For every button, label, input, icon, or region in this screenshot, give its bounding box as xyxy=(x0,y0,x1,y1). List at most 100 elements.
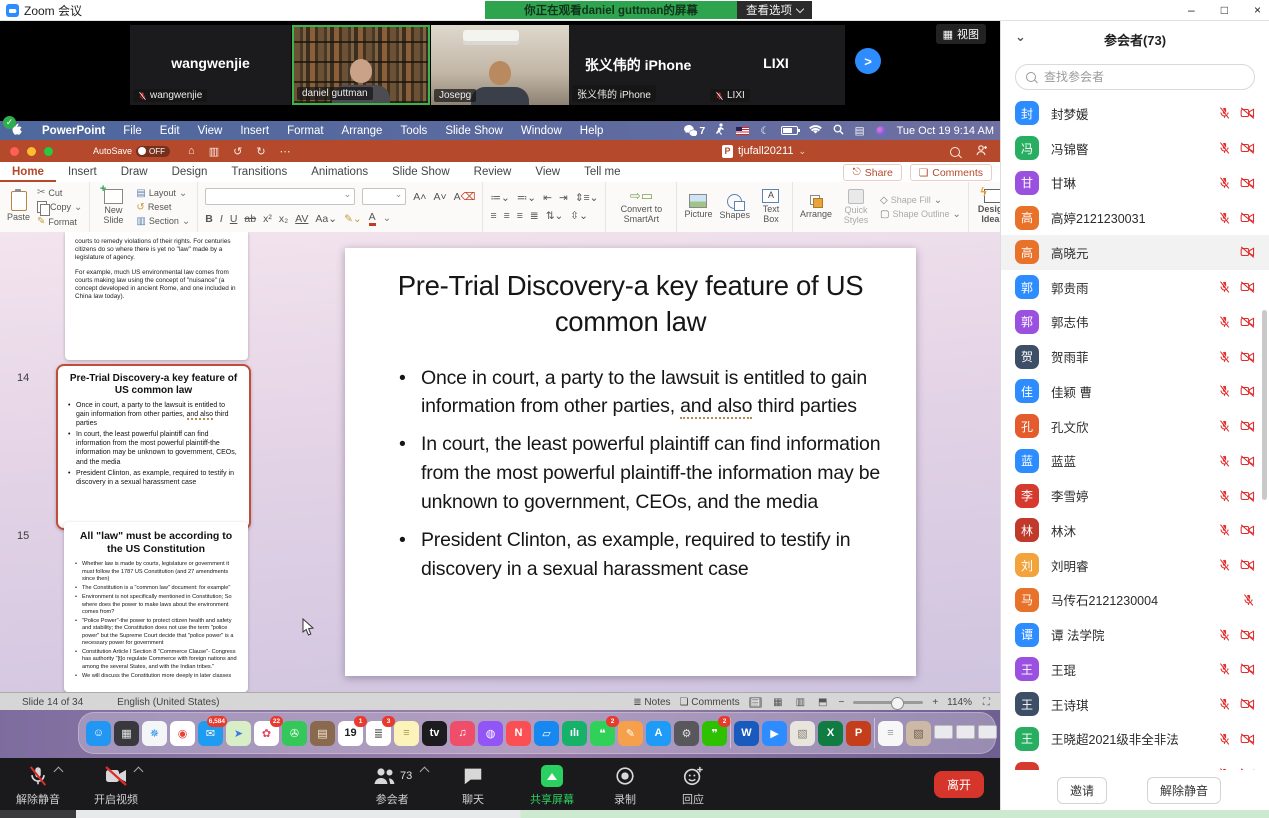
start-video-button[interactable]: 开启视频 xyxy=(94,764,138,807)
ribbon-tab[interactable]: Home xyxy=(0,162,56,182)
participant-row[interactable]: 李 李雪婷 xyxy=(1001,478,1269,513)
app-store-icon[interactable]: A xyxy=(646,721,671,746)
podcasts-icon[interactable]: ◍ xyxy=(478,721,503,746)
document-title[interactable]: P tjufall20211 ⌄ xyxy=(722,140,806,162)
underline-button[interactable]: U xyxy=(230,213,238,225)
font-name-select[interactable] xyxy=(205,188,355,205)
do-not-disturb-moon-icon[interactable]: ☾ xyxy=(760,125,769,137)
participant-row[interactable]: 王 王晓超2021级非全非法 xyxy=(1001,722,1269,757)
menubar-item[interactable]: File xyxy=(114,125,151,137)
input-method-icon[interactable] xyxy=(716,123,725,138)
leave-meeting-button[interactable]: 离开 xyxy=(934,771,984,798)
unmute-all-button[interactable]: 解除静音 xyxy=(1147,777,1221,804)
dock-separator[interactable] xyxy=(874,718,875,748)
font-color-button[interactable]: A xyxy=(369,211,376,226)
maps-icon[interactable]: ➤ xyxy=(226,721,251,746)
wechat-status-icon[interactable]: 7 xyxy=(684,125,705,137)
cut-button[interactable]: ✂Cut xyxy=(37,187,82,198)
participant-row[interactable]: 封 封梦媛 xyxy=(1001,96,1269,131)
participant-row[interactable]: 刘 刘明睿 xyxy=(1001,548,1269,583)
launchpad-icon[interactable]: ▦ xyxy=(114,721,139,746)
numbering-button[interactable]: ≕⌄ xyxy=(517,192,536,204)
slide-thumbnail-14-selected[interactable]: Pre-Trial Discovery-a key feature of US … xyxy=(56,364,251,530)
normal-view-button[interactable]: ▤ xyxy=(749,697,762,708)
notes-icon[interactable]: ≡ xyxy=(394,721,419,746)
menubar-item[interactable]: Tools xyxy=(391,125,436,137)
dock-separator[interactable] xyxy=(730,718,731,748)
ribbon-tab[interactable]: Animations xyxy=(299,162,380,182)
menubar-item[interactable]: Arrange xyxy=(333,125,392,137)
save-icon[interactable]: ▥ xyxy=(209,145,219,158)
apple-tv-icon[interactable]: tv xyxy=(422,721,447,746)
comments-toggle-button[interactable]: ❏ Comments xyxy=(680,697,740,708)
mail-icon[interactable]: ✉ 6,584 xyxy=(198,721,223,746)
messages-icon[interactable]: ❝ 2 xyxy=(590,721,615,746)
reminders-icon[interactable]: ≣ 3 xyxy=(366,721,391,746)
chevron-up-icon[interactable] xyxy=(420,767,430,777)
shape-fill-button[interactable]: ◇Shape Fill ⌄ xyxy=(880,195,961,206)
reactions-button[interactable]: 回应 xyxy=(682,764,704,807)
system-preferences-icon[interactable]: ⚙ xyxy=(674,721,699,746)
siri-icon[interactable] xyxy=(876,126,886,136)
menubar-item[interactable]: PowerPoint xyxy=(33,125,114,137)
zoom-slider[interactable] xyxy=(853,701,923,704)
menubar-item[interactable]: Insert xyxy=(231,125,278,137)
participant-row[interactable]: 甘 甘琳 xyxy=(1001,166,1269,201)
wifi-icon[interactable] xyxy=(809,124,822,137)
menubar-item[interactable]: Help xyxy=(571,125,613,137)
ribbon-tab[interactable]: Design xyxy=(160,162,220,182)
participant-row[interactable]: 高 高婷2121230031 xyxy=(1001,200,1269,235)
minimize-button[interactable]: – xyxy=(1188,3,1195,17)
language-label[interactable]: English (United States) xyxy=(117,697,219,708)
ribbon-tab[interactable]: Tell me xyxy=(572,162,632,182)
slide-thumbnail-13[interactable]: courts to remedy violations of their rig… xyxy=(65,232,248,360)
zoom-slider-thumb[interactable] xyxy=(891,697,904,710)
finder-icon[interactable]: ☺ xyxy=(86,721,111,746)
line-spacing-button[interactable]: ⇕≡⌄ xyxy=(575,192,599,204)
us-flag-input-icon[interactable] xyxy=(736,127,749,135)
zoom-app-icon[interactable]: ▶ xyxy=(762,721,787,746)
character-spacing-button[interactable]: AV xyxy=(295,213,308,225)
participant-row[interactable]: 郭 郭贵雨 xyxy=(1001,270,1269,305)
video-tile-josepg[interactable]: Josepg xyxy=(431,25,569,105)
battery-icon[interactable] xyxy=(781,126,798,135)
next-videos-button[interactable]: > xyxy=(855,48,881,74)
main-slide[interactable]: Pre-Trial Discovery-a key feature of US … xyxy=(345,248,916,676)
ribbon-tab[interactable]: Review xyxy=(462,162,524,182)
menubar-item[interactable]: Edit xyxy=(151,125,189,137)
align-left-button[interactable]: ≡ xyxy=(490,210,496,222)
zoom-out-button[interactable]: − xyxy=(838,697,844,708)
font-size-select[interactable] xyxy=(362,188,406,205)
participant-row[interactable]: 佳 佳颖 曹 xyxy=(1001,374,1269,409)
align-text-button[interactable]: ⇳⌄ xyxy=(570,210,588,222)
unmute-button[interactable]: 解除静音 xyxy=(16,764,60,807)
participant-row[interactable]: 林 林沐 xyxy=(1001,513,1269,548)
text-direction-button[interactable]: ⇅⌄ xyxy=(546,210,564,222)
powerpoint-icon[interactable]: P xyxy=(846,721,871,746)
italic-button[interactable]: I xyxy=(220,213,223,225)
stack-icon[interactable]: ▤ xyxy=(855,125,865,137)
zoom-percent-label[interactable]: 114% xyxy=(947,697,972,708)
align-right-button[interactable]: ≡ xyxy=(517,210,523,222)
ribbon-tab[interactable]: Insert xyxy=(56,162,109,182)
share-user-icon[interactable] xyxy=(976,143,988,161)
design-ideas-button[interactable]: Design Ideas xyxy=(976,189,1000,225)
home-icon[interactable]: ⌂ xyxy=(188,145,195,158)
bullets-button[interactable]: ≔⌄ xyxy=(490,192,509,204)
menubar-item[interactable]: Window xyxy=(512,125,571,137)
layout-button[interactable]: ▤Layout ⌄ xyxy=(136,188,190,199)
section-button[interactable]: ▥Section ⌄ xyxy=(136,216,190,227)
shape-outline-button[interactable]: ▢Shape Outline ⌄ xyxy=(880,209,961,220)
docx-file-icon[interactable]: ≡ xyxy=(878,721,903,746)
align-center-button[interactable]: ≡ xyxy=(504,210,510,222)
decrease-indent-button[interactable]: ⇤ xyxy=(543,192,552,204)
safari-icon[interactable]: ✵ xyxy=(142,721,167,746)
menubar-clock[interactable]: Tue Oct 19 9:14 AM xyxy=(897,125,994,137)
undo-icon[interactable]: ↺ xyxy=(233,145,242,158)
ribbon-tab[interactable]: Draw xyxy=(109,162,160,182)
video-tile-lixi[interactable]: LIXI LIXI xyxy=(707,25,845,105)
participant-row[interactable]: 王 王诗琪 xyxy=(1001,687,1269,722)
menubar-item[interactable]: Format xyxy=(278,125,332,137)
search-participants-input[interactable] xyxy=(1042,69,1244,85)
excel-icon[interactable]: X xyxy=(818,721,843,746)
